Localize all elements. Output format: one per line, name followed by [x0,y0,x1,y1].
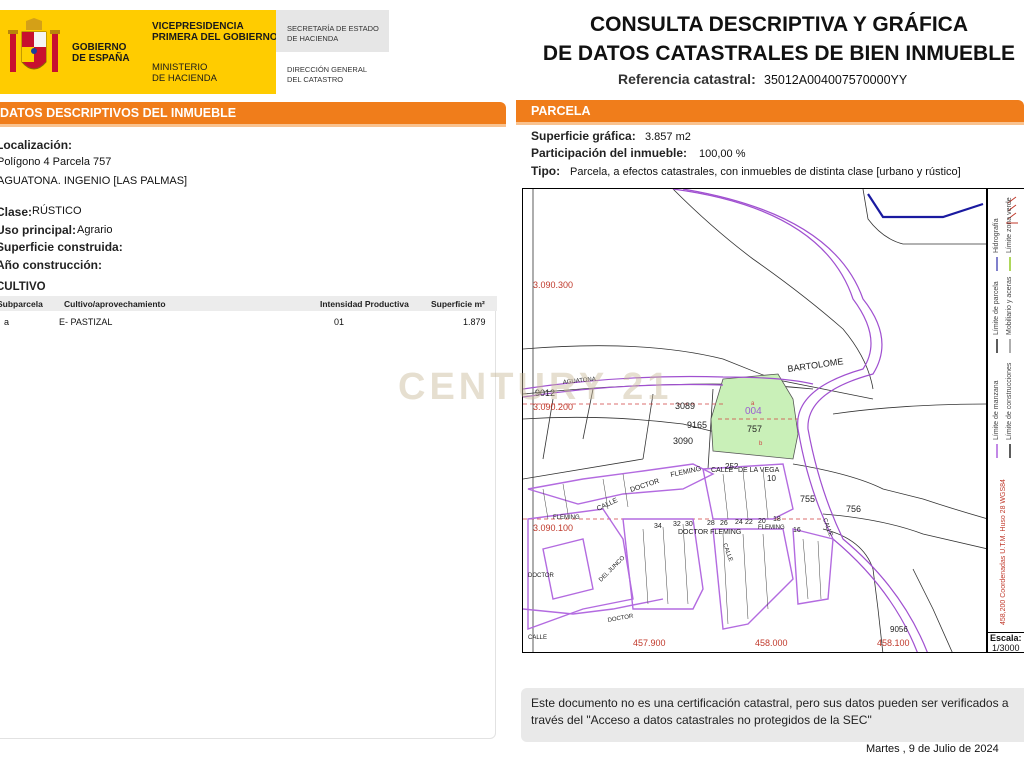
anio-construccion-label: Año construcción: [0,258,103,272]
street-label: BARTOLOME [787,356,844,374]
parcel-label: 9056 [890,625,908,634]
parcel-label: 9165 [687,420,707,430]
parcel-label: 16 [793,527,801,534]
coat-of-arms-icon [8,18,60,72]
parcel-label: 20 [758,518,766,525]
hydrography-line [867,193,984,219]
street-label: FLEMING [670,466,702,479]
document-title: CONSULTA DESCRIPTIVA Y GRÁFICA DE DATOS … [542,13,1016,65]
street-label: CALLE [721,543,733,563]
street-label: DE LA VEGA [738,467,780,474]
street-label: CALLE [528,635,547,641]
cell-superficie: 1.879 [463,317,486,327]
street-label: DOCTOR [607,613,634,624]
section-header-datos-descriptivos: DATOS DESCRIPTIVOS DEL INMUEBLE [0,102,506,124]
localizacion-line2: AGUATONA. INGENIO [LAS PALMAS] [0,175,188,187]
street-label: DEL JUNCO [598,555,626,583]
coord-label: 457.900 [633,638,666,648]
parcel-label: 32 [673,521,681,528]
street-label: CALLE [821,518,833,538]
section-header-parcela: PARCELA [516,100,1024,122]
map-legend: Hidrografía Límite zona verde Límite de … [987,188,1024,632]
document-date: Martes , 9 de Julio de 2024 [866,743,999,755]
legend-limite-construcciones: Límite de construcciones [1006,362,1013,440]
uso-principal-label: Uso principal: [0,223,77,237]
tipo-label: Tipo: [531,164,561,178]
parcel-label: 757 [747,424,762,434]
parcel-label: 3089 [675,401,695,411]
cell-cultivo: E- PASTIZAL [59,317,113,327]
vicepresidencia-label: VICEPRESIDENCIA PRIMERA DEL GOBIERNO [152,21,278,43]
coord-label: 458.000 [755,638,788,648]
section-underline [0,124,506,127]
uso-principal-value: Agrario [77,224,113,236]
legend-zona-verde: Límite zona verde [1006,197,1013,253]
parcel-label: 3090 [673,436,693,446]
street-label: DOCTOR FLEMING [678,529,741,536]
parcel-label: 004 [745,406,762,417]
parcel-label: 22 [745,519,753,526]
parcel-label: 28 [707,520,715,527]
col-intensidad: Intensidad Productiva [320,299,409,309]
superficie-grafica-value: 3.857 m2 [645,131,691,143]
direccion-general-label: DIRECCIÓN GENERAL DEL CATASTRO [287,65,368,84]
parcel-label: 10 [767,474,776,483]
parcel-label: 252 [725,462,739,471]
parcel-label: 755 [800,494,815,504]
disclaimer-note: Este documento no es una certificación c… [521,688,1024,742]
legend-coordinates: 458,200 Coordenadas U.T.M. Huso 28 WGS84 [1000,479,1007,625]
legend-hidrografia: Hidrografía [993,218,1000,253]
col-superficie: Superficie m² [431,299,485,309]
parcel-label: 24 [735,519,743,526]
cultivo-table-frame [0,296,496,739]
localizacion-label: Localización: [0,138,73,152]
watermark-text: CENTURY 21 [398,366,673,408]
referencia-label: Referencia catastral: [618,71,756,87]
legend-limite-manzana: Límite de manzana [993,380,1000,440]
referencia-value: 35012A004007570000YY [764,73,908,87]
superficie-construida-label: Superficie construida: [0,240,123,254]
participacion-value: 100,00 % [699,148,746,160]
cell-intensidad: 01 [334,317,345,327]
secretaria-label: SECRETARÍA DE ESTADO DE HACIENDA [287,24,379,43]
localizacion-line1: Polígono 4 Parcela 757 [0,156,112,168]
superficie-grafica-label: Superficie gráfica: [531,129,636,143]
parcel-label: 756 [846,504,861,514]
legend-mobiliario: Mobiliario y aceras [1006,276,1013,335]
street-label: DOCTOR [528,573,555,579]
cell-subparcela: a [4,317,10,327]
tipo-value: Parcela, a efectos catastrales, con inmu… [570,166,961,178]
parcel-label: 30 [685,521,693,528]
participacion-label: Participación del inmueble: [531,146,688,160]
escala-label: Escala: [990,633,1022,643]
clase-value: RÚSTICO [32,205,82,217]
col-subparcela: Subparcela [0,299,43,309]
escala-value: 1/3000 [992,643,1020,653]
coord-label: 3.090.100 [533,523,573,533]
section-underline [516,122,1024,125]
street-label: FLEMING [553,515,580,521]
cadastral-map[interactable]: 3.090.300 3.090.200 3.090.100 457.900 45… [522,188,987,653]
legend-limite-parcela: Límite de parcela [993,281,1000,335]
parcel-label: 34 [654,523,662,530]
map-drawing: 3.090.300 3.090.200 3.090.100 457.900 45… [523,189,986,652]
coord-label: 458.100 [877,638,910,648]
coord-label: 3.090.300 [533,280,573,290]
col-cultivo: Cultivo/aprovechamiento [64,299,166,309]
clase-label: Clase: [0,205,33,219]
cultivo-title: CULTIVO [0,281,46,293]
street-label: FLEMING [758,525,785,531]
gobierno-label: GOBIERNO DE ESPAÑA [72,42,130,64]
ministerio-label: MINISTERIO DE HACIENDA [152,62,217,84]
parcel-label: 18 [773,516,781,523]
parcel-label: 26 [720,520,728,527]
